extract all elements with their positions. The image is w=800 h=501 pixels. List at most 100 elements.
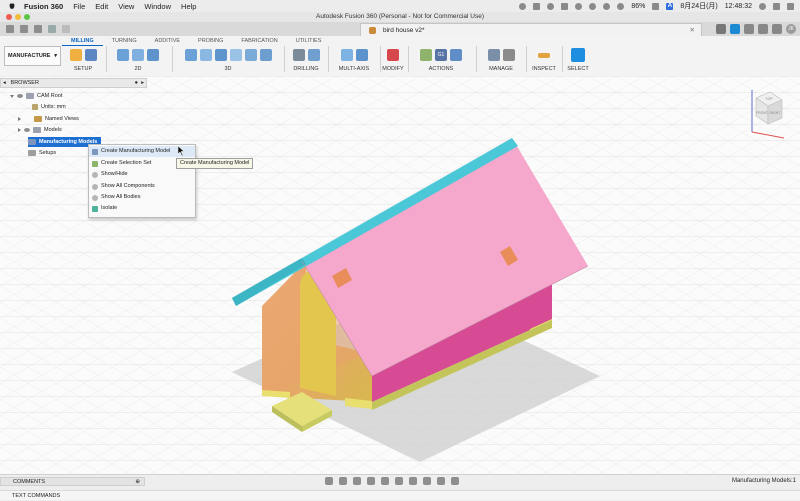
text-commands-panel[interactable]: TEXT COMMANDS [0, 490, 800, 500]
bore-icon[interactable] [307, 49, 320, 61]
tree-item-setups[interactable]: Setups [28, 148, 56, 158]
input-source-icon[interactable]: A [666, 2, 674, 10]
browser-panel-header[interactable]: ◂ BROWSER ● ▸ [0, 78, 147, 88]
tree-item-models[interactable]: Models [18, 125, 62, 135]
menu-item-show-all-bodies[interactable]: Show All Bodies [89, 192, 195, 203]
setup-group[interactable]: SETUP [63, 46, 103, 74]
simulate-icon[interactable] [420, 49, 432, 61]
2d-adaptive-icon[interactable] [117, 49, 129, 61]
menu-window[interactable]: Window [144, 2, 171, 11]
2d-pocket-icon[interactable] [132, 49, 144, 61]
bluetooth-icon[interactable] [575, 2, 583, 10]
tool-library-icon[interactable] [487, 49, 500, 61]
viewcube[interactable]: TOP FRONT RIGHT [748, 84, 788, 140]
steep-shallow-icon[interactable] [214, 49, 227, 61]
close-window-button[interactable] [6, 14, 12, 20]
select-group[interactable]: SELECT [564, 46, 592, 74]
expand-icon[interactable] [18, 117, 21, 121]
post-process-icon[interactable]: G1 [435, 49, 447, 61]
tree-item-named-views[interactable]: Named Views [18, 114, 79, 124]
minimize-window-button[interactable] [15, 14, 21, 20]
parallel-icon[interactable] [259, 49, 272, 61]
save-icon[interactable] [34, 25, 42, 33]
extensions-icon[interactable] [730, 24, 740, 34]
job-status-icon[interactable] [744, 24, 754, 34]
tray-icon[interactable] [519, 2, 527, 10]
cut-icon[interactable] [387, 49, 399, 61]
contour-icon[interactable] [244, 49, 257, 61]
menu-app-name[interactable]: Fusion 360 [24, 2, 63, 11]
menu-item-show-all-components[interactable]: Show All Components [89, 181, 195, 192]
menubar-date[interactable]: 8月24日(月) [680, 1, 717, 11]
measure-icon[interactable] [538, 52, 550, 58]
3d-group[interactable]: 3D [174, 46, 282, 74]
workspace-switcher[interactable]: MANUFACTURE ▾ [4, 46, 61, 66]
menu-help[interactable]: Help [181, 2, 196, 11]
comments-panel[interactable]: COMMENTS ⊕ [0, 477, 145, 486]
battery-icon[interactable] [652, 2, 660, 10]
menu-item-show-hide[interactable]: Show/Hide [89, 169, 195, 180]
drilling-group[interactable]: DRILLING [286, 46, 326, 74]
visibility-eye-icon[interactable] [24, 128, 30, 132]
tab-utilities[interactable]: UTILITIES [287, 37, 331, 45]
new-tab-icon[interactable] [716, 24, 726, 34]
fit-icon[interactable] [381, 477, 389, 485]
tab-probing[interactable]: PROBING [189, 37, 232, 45]
help-icon[interactable] [772, 24, 782, 34]
spotlight-icon[interactable] [759, 2, 766, 10]
siri-icon[interactable] [773, 2, 780, 10]
tray-icon[interactable] [561, 2, 569, 10]
render-icon[interactable] [451, 477, 459, 485]
browser-pin-icon[interactable]: ▸ [141, 79, 144, 87]
zoom-window-button[interactable] [24, 14, 30, 20]
template-library-icon[interactable] [502, 49, 515, 61]
menu-file[interactable]: File [73, 2, 85, 11]
menu-view[interactable]: View [118, 2, 134, 11]
camera-icon[interactable] [437, 477, 445, 485]
data-panel-icon[interactable] [6, 25, 14, 33]
face-icon[interactable] [147, 49, 159, 61]
display-settings-icon[interactable] [395, 477, 403, 485]
tab-fabrication[interactable]: FABRICATION [232, 37, 286, 45]
tray-icon[interactable] [533, 2, 541, 10]
swarf-icon[interactable] [340, 49, 353, 61]
grid-settings-icon[interactable] [409, 477, 417, 485]
inspect-group[interactable]: INSPECT [528, 46, 560, 74]
orbit-icon[interactable] [325, 477, 333, 485]
pan-icon[interactable] [353, 477, 361, 485]
manage-group[interactable]: MANAGE [478, 46, 524, 74]
tray-icon[interactable] [547, 2, 555, 10]
actions-group[interactable]: G1 ACTIONS [410, 46, 472, 74]
undo-icon[interactable] [48, 25, 56, 33]
2d-group[interactable]: 2D [108, 46, 168, 74]
collapse-icon[interactable]: ◂ [3, 79, 9, 87]
pocket-clearing-icon[interactable] [199, 49, 212, 61]
drill-icon[interactable] [292, 49, 305, 61]
zoom-icon[interactable] [367, 477, 375, 485]
scallop-icon[interactable] [229, 49, 242, 61]
multi-axis-contour-icon[interactable] [355, 49, 368, 61]
adaptive-clearing-icon[interactable] [184, 49, 197, 61]
expand-icon[interactable] [10, 94, 14, 98]
add-comment-icon[interactable]: ⊕ [135, 478, 140, 487]
tree-item-units[interactable]: Units: mm [32, 102, 66, 112]
select-arrow-icon[interactable] [571, 48, 585, 62]
menu-item-isolate[interactable]: Isolate [89, 203, 195, 214]
menubar-time[interactable]: 12:48:32 [725, 3, 752, 10]
volume-icon[interactable] [617, 2, 625, 10]
wifi-icon[interactable] [603, 2, 611, 10]
document-tab[interactable]: bird house v2* ✕ [360, 23, 702, 37]
expand-icon[interactable] [18, 128, 21, 132]
redo-icon[interactable] [62, 25, 70, 33]
tab-turning[interactable]: TURNING [103, 37, 146, 45]
multi-axis-group[interactable]: MULTI-AXIS [330, 46, 378, 74]
new-folder-icon[interactable] [69, 49, 82, 61]
setup-sheet-icon[interactable] [450, 49, 462, 61]
modify-group[interactable]: MODIFY [380, 46, 406, 74]
look-at-icon[interactable] [339, 477, 347, 485]
browser-menu-icon[interactable]: ● [135, 79, 138, 87]
viewports-icon[interactable] [423, 477, 431, 485]
new-setup-icon[interactable] [84, 49, 97, 61]
file-menu-icon[interactable] [20, 25, 28, 33]
apple-icon[interactable] [8, 2, 16, 10]
